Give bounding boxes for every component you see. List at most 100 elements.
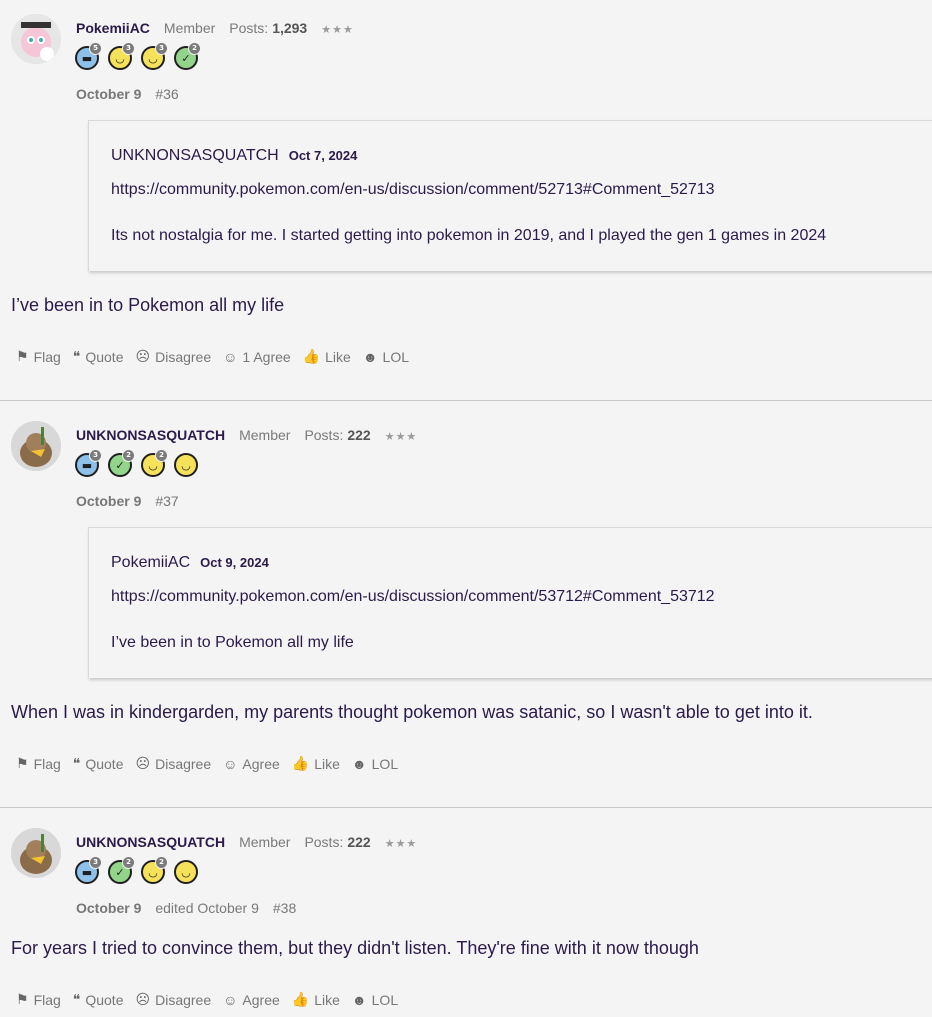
thumbs-up-icon: 👍 xyxy=(302,348,321,364)
frown-face-icon: ☹ xyxy=(135,755,151,771)
checkmark-icon[interactable]: ✓ 2 xyxy=(108,449,135,477)
rank-stars-icon: ★★★ xyxy=(321,24,354,36)
quote-button[interactable]: ❝ Quote xyxy=(73,348,124,365)
user-avatar[interactable] xyxy=(11,14,61,64)
comment-post-37: UNKNONSASQUATCH Member Posts: 222 ★★★ ▬ 3… xyxy=(0,421,932,801)
user-avatar[interactable] xyxy=(11,828,61,878)
wink-face-icon[interactable]: ◡ xyxy=(174,453,198,477)
lol-button[interactable]: ☻ LOL xyxy=(352,756,398,772)
like-button[interactable]: 👍 Like xyxy=(292,755,340,772)
quote-text: Its not nostalgia for me. I started gett… xyxy=(111,227,827,244)
author-meta: UNKNONSASQUATCH Member Posts: 222 ★★★ xyxy=(76,834,417,854)
flag-icon: ⚑ xyxy=(16,991,29,1007)
quote-author-line: PokemiiAC Oct 9, 2024 xyxy=(111,554,269,572)
author-meta: UNKNONSASQUATCH Member Posts: 222 ★★★ xyxy=(76,427,417,447)
wink-face-icon[interactable]: ◡ 3 xyxy=(108,42,135,70)
badge-row: ▬ 5 ◡ 3 ◡ 3 ✓ 2 xyxy=(75,42,201,70)
username-link[interactable]: UNKNONSASQUATCH xyxy=(76,834,225,850)
badge-row: ▬ 3 ✓ 2 ◡ 2 ◡ xyxy=(75,856,198,884)
flag-button[interactable]: ⚑ Flag xyxy=(16,755,61,772)
post-date-line: October 9 #36 xyxy=(76,86,179,106)
smile-face-icon[interactable]: ◡ 2 xyxy=(141,449,168,477)
agree-button[interactable]: ☺ Agree xyxy=(223,756,280,772)
quote-author[interactable]: PokemiiAC xyxy=(111,554,190,571)
edited-label: edited October 9 xyxy=(155,900,259,916)
comment-post-36: PokemiiAC Member Posts: 1,293 ★★★ ▬ 5 ◡ 3 … xyxy=(0,14,932,394)
laugh-face-icon: ☻ xyxy=(351,991,367,1008)
quote-author[interactable]: UNKNONSASQUATCH xyxy=(111,147,279,164)
rank-stars-icon: ★★★ xyxy=(384,431,418,443)
like-button[interactable]: 👍 Like xyxy=(303,348,351,365)
username-link[interactable]: UNKNONSASQUATCH xyxy=(76,427,225,443)
posts-label: Posts: xyxy=(229,20,269,36)
quote-date: Oct 9, 2024 xyxy=(200,555,269,570)
wink-face-icon[interactable]: ◡ xyxy=(174,860,198,884)
post-body: When I was in kindergarden, my parents t… xyxy=(11,702,813,722)
posts-label: Posts: xyxy=(304,834,344,850)
lol-button[interactable]: ☻ LOL xyxy=(363,349,409,365)
laugh-face-icon: ☻ xyxy=(351,755,367,772)
quote-button[interactable]: ❝ Quote xyxy=(73,755,124,772)
disagree-button[interactable]: ☹ Disagree xyxy=(135,348,211,365)
quote-block: UNKNONSASQUATCH Oct 7, 2024 https://commu… xyxy=(88,120,932,271)
frown-face-icon: ☹ xyxy=(135,348,151,364)
username-link[interactable]: PokemiiAC xyxy=(76,20,150,36)
thumbs-up-icon: 👍 xyxy=(291,991,310,1007)
disagree-button[interactable]: ☹ Disagree xyxy=(135,755,211,772)
agree-button[interactable]: ☺ Agree xyxy=(223,992,280,1008)
post-date-line: October 9 edited October 9 #38 xyxy=(76,900,296,920)
smile-face-icon: ☺ xyxy=(223,348,238,365)
post-divider xyxy=(0,807,932,808)
quote-icon: ❝ xyxy=(72,991,81,1007)
quote-block: PokemiiAC Oct 9, 2024 https://community.p… xyxy=(88,527,932,678)
post-divider xyxy=(0,400,932,401)
user-role: Member xyxy=(163,20,216,36)
posts-count: 222 xyxy=(347,427,371,443)
checkmark-icon[interactable]: ✓ 2 xyxy=(108,856,135,884)
post-number[interactable]: #38 xyxy=(273,900,296,920)
quote-link[interactable]: https://community.pokemon.com/en-us/disc… xyxy=(111,181,715,199)
post-date-line: October 9 #37 xyxy=(76,493,179,513)
speech-bubble-icon[interactable]: ▬ 5 xyxy=(75,42,102,70)
posts-label: Posts: xyxy=(304,427,344,443)
quote-button[interactable]: ❝ Quote xyxy=(73,991,124,1008)
user-avatar[interactable] xyxy=(11,421,61,471)
post-number[interactable]: #37 xyxy=(155,493,178,513)
smile-face-icon: ☺ xyxy=(223,755,238,772)
quote-author-line: UNKNONSASQUATCH Oct 7, 2024 xyxy=(111,147,357,165)
smile-face-icon[interactable]: ◡ 3 xyxy=(141,42,168,70)
speech-bubble-icon[interactable]: ▬ 3 xyxy=(75,856,102,884)
user-role: Member xyxy=(239,834,291,850)
laugh-face-icon: ☻ xyxy=(362,348,378,365)
quote-text: I’ve been in to Pokemon all my life xyxy=(111,634,354,651)
post-body: For years I tried to convince them, but … xyxy=(11,938,699,958)
like-button[interactable]: 👍 Like xyxy=(292,991,340,1008)
badge-row: ▬ 3 ✓ 2 ◡ 2 ◡ xyxy=(75,449,198,477)
flag-button[interactable]: ⚑ Flag xyxy=(16,348,61,365)
thumbs-up-icon: 👍 xyxy=(291,755,310,771)
frown-face-icon: ☹ xyxy=(135,991,151,1007)
author-meta: PokemiiAC Member Posts: 1,293 ★★★ xyxy=(76,20,354,40)
quote-icon: ❝ xyxy=(72,755,81,771)
post-body: I’ve been in to Pokemon all my life xyxy=(11,295,285,315)
agree-button[interactable]: ☺ 1 Agree xyxy=(223,349,291,365)
quote-link[interactable]: https://community.pokemon.com/en-us/disc… xyxy=(111,588,715,606)
reaction-bar: ⚑ Flag ❝ Quote ☹ Disagree ☺ Agree 👍 Like ☻ LOL xyxy=(16,755,398,772)
post-date[interactable]: October 9 xyxy=(76,86,141,106)
flag-icon: ⚑ xyxy=(16,755,29,771)
speech-bubble-icon[interactable]: ▬ 3 xyxy=(75,449,102,477)
flag-button[interactable]: ⚑ Flag xyxy=(16,991,61,1008)
post-number[interactable]: #36 xyxy=(155,86,178,106)
comment-post-38: UNKNONSASQUATCH Member Posts: 222 ★★★ ▬ 3… xyxy=(0,828,932,1017)
posts-count: 1,293 xyxy=(272,20,308,36)
post-date[interactable]: October 9 xyxy=(76,493,141,513)
post-date[interactable]: October 9 xyxy=(76,900,141,920)
lol-button[interactable]: ☻ LOL xyxy=(352,992,398,1008)
reaction-bar: ⚑ Flag ❝ Quote ☹ Disagree ☺ 1 Agree 👍 Like ☻ L… xyxy=(16,348,409,365)
smile-face-icon: ☺ xyxy=(223,991,238,1008)
quote-date: Oct 7, 2024 xyxy=(288,148,358,163)
checkmark-icon[interactable]: ✓ 2 xyxy=(174,42,201,70)
posts-count: 222 xyxy=(347,834,371,850)
disagree-button[interactable]: ☹ Disagree xyxy=(135,991,211,1008)
smile-face-icon[interactable]: ◡ 2 xyxy=(141,856,168,884)
